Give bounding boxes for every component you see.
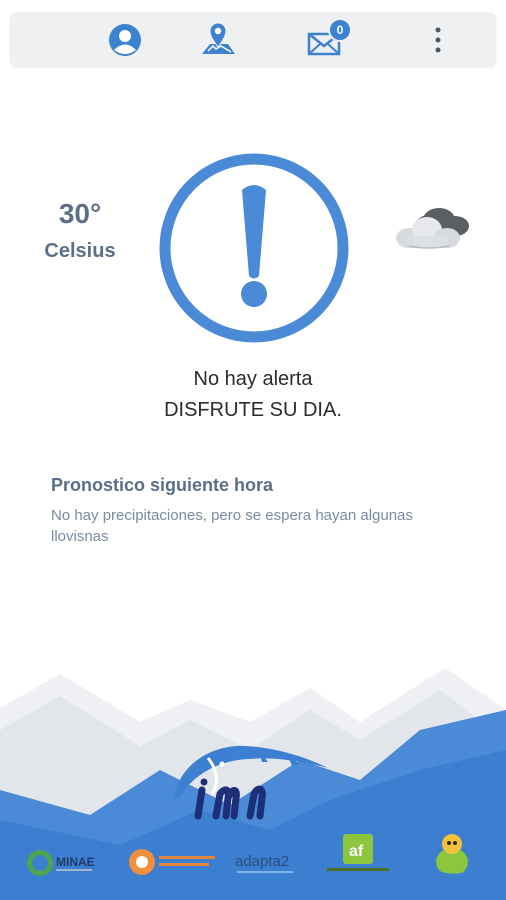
temperature-unit: Celsius [44,240,116,262]
imn-logo [174,745,328,820]
messages-button[interactable]: 0 [306,18,352,60]
alert-title: No hay alerta [193,368,313,390]
exclamation-icon [159,153,349,343]
user-icon [109,24,141,56]
temperature-value: 30° [58,198,102,229]
bandera-azul-logo [436,834,477,877]
location-button[interactable] [198,20,238,60]
more-options-button[interactable] [418,20,458,60]
forecast-title: Pronostico siguiente hora [51,475,274,495]
minae-logo: MINAE [27,850,95,876]
map-pin-icon [202,22,235,54]
adapta2-logo: adapta2 [235,853,293,873]
fondo-adaptacion-logo: af [327,834,389,871]
cloudy-icon [396,208,469,249]
svg-text:af: af [349,843,364,860]
alert-status-indicator [156,150,352,351]
emergencias-logo [129,849,215,875]
svg-text:adapta2: adapta2 [235,853,289,870]
svg-text:MINAE: MINAE [56,855,95,869]
unread-badge: 0 [328,18,352,42]
more-vert-icon [435,27,441,53]
top-toolbar: 0 [10,12,496,67]
weather-condition [393,202,475,257]
profile-button[interactable] [105,20,145,60]
alert-message: DISFRUTE SU DIA. [164,399,342,421]
forecast-description: No hay precipitaciones, pero se espera h… [51,507,413,545]
